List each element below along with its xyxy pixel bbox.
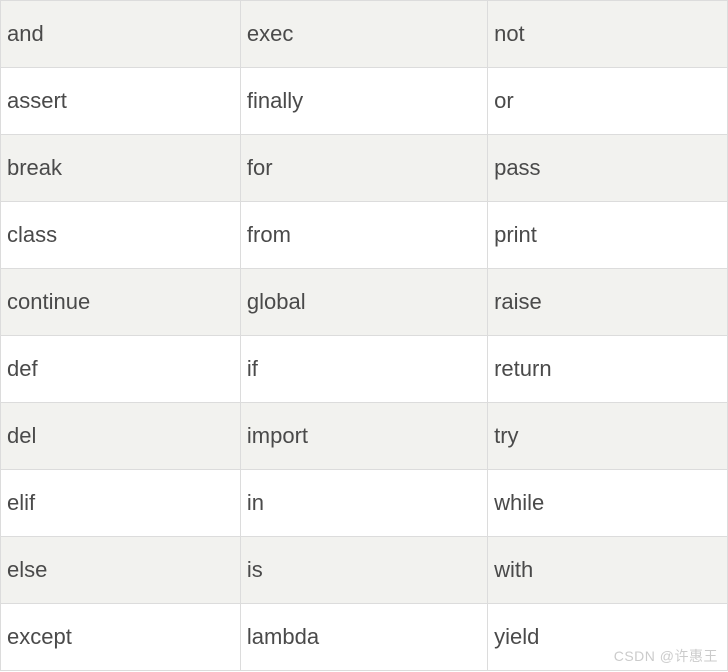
table-cell: import (240, 403, 487, 470)
table-row: and exec not (1, 1, 728, 68)
table-cell: lambda (240, 604, 487, 671)
table-row: elif in while (1, 470, 728, 537)
table-cell: break (1, 135, 241, 202)
table-row: class from print (1, 202, 728, 269)
table-cell: finally (240, 68, 487, 135)
table-cell: in (240, 470, 487, 537)
table-row: def if return (1, 336, 728, 403)
table-cell: from (240, 202, 487, 269)
table-row: assert finally or (1, 68, 728, 135)
table-cell: or (488, 68, 728, 135)
table-row: break for pass (1, 135, 728, 202)
table-row: continue global raise (1, 269, 728, 336)
table-cell: and (1, 1, 241, 68)
table-row: else is with (1, 537, 728, 604)
keywords-table: and exec not assert finally or break for… (0, 0, 728, 671)
table-cell: while (488, 470, 728, 537)
table-cell: yield (488, 604, 728, 671)
table-row: del import try (1, 403, 728, 470)
table-cell: class (1, 202, 241, 269)
table-cell: if (240, 336, 487, 403)
table-cell: global (240, 269, 487, 336)
table-cell: raise (488, 269, 728, 336)
table-cell: return (488, 336, 728, 403)
table-cell: try (488, 403, 728, 470)
table-cell: not (488, 1, 728, 68)
table-row: except lambda yield (1, 604, 728, 671)
table-cell: with (488, 537, 728, 604)
table-cell: else (1, 537, 241, 604)
table-cell: print (488, 202, 728, 269)
table-cell: elif (1, 470, 241, 537)
table-cell: is (240, 537, 487, 604)
table-cell: pass (488, 135, 728, 202)
table-cell: except (1, 604, 241, 671)
table-cell: del (1, 403, 241, 470)
table-cell: for (240, 135, 487, 202)
table-cell: exec (240, 1, 487, 68)
table-cell: assert (1, 68, 241, 135)
table-cell: continue (1, 269, 241, 336)
table-cell: def (1, 336, 241, 403)
